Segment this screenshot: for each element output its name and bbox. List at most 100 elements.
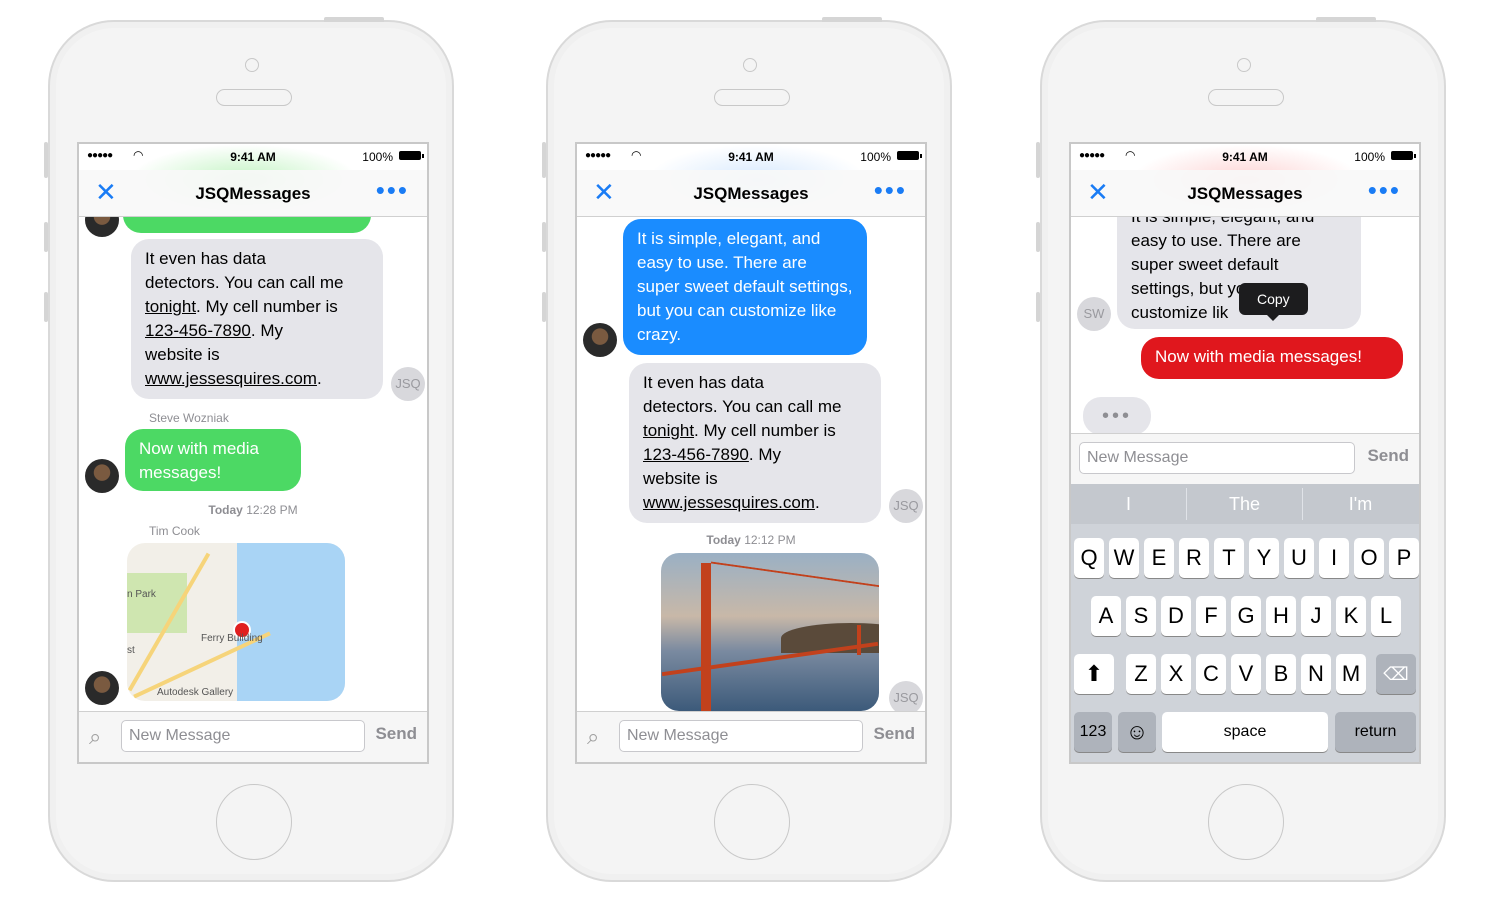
key-t[interactable]: T: [1214, 538, 1244, 578]
key-g[interactable]: G: [1231, 596, 1261, 636]
emoji-key[interactable]: ☺: [1118, 712, 1156, 752]
key-y[interactable]: Y: [1249, 538, 1279, 578]
message-text: It is simple, elegant, and easy to use. …: [637, 229, 853, 344]
mute-switch: [44, 142, 48, 178]
bay-water: [237, 543, 345, 701]
attachment-icon[interactable]: ⌕: [89, 724, 101, 750]
space-key[interactable]: space: [1162, 712, 1328, 752]
timestamp: Today 12:28 PM: [79, 503, 427, 517]
timestamp-time: 12:28 PM: [246, 503, 298, 517]
key-a[interactable]: A: [1091, 596, 1121, 636]
text: . My: [250, 321, 283, 340]
blue-message-bubble[interactable]: It is simple, elegant, and easy to use. …: [623, 219, 867, 355]
sender-name: Tim Cook: [149, 524, 200, 538]
more-icon[interactable]: •••: [376, 177, 409, 203]
volume-up-button: [1036, 222, 1040, 252]
home-button[interactable]: [714, 784, 790, 860]
key-e[interactable]: E: [1144, 538, 1174, 578]
home-button[interactable]: [216, 784, 292, 860]
front-camera: [245, 58, 259, 72]
numbers-key[interactable]: 123: [1074, 712, 1112, 752]
message-input[interactable]: New Message: [619, 720, 863, 752]
message-bubble[interactable]: [123, 217, 371, 233]
nav-bar: ✕ JSQMessages •••: [79, 170, 427, 217]
status-bar: ●●●●● ◠ 9:41 AM 100%: [577, 144, 925, 170]
text: customize lik: [1131, 303, 1229, 322]
volume-up-button: [542, 222, 546, 252]
key-m[interactable]: M: [1336, 654, 1366, 694]
website-link[interactable]: www.jessesquires.com: [145, 369, 317, 388]
screen: ●●●●● ◠ 9:41 AM 100% ✕ JSQMessages ••• I…: [77, 142, 429, 764]
send-button[interactable]: Send: [1367, 446, 1409, 466]
key-d[interactable]: D: [1161, 596, 1191, 636]
power-button: [1316, 17, 1376, 22]
avatar: JSQ: [391, 367, 425, 401]
key-q[interactable]: Q: [1074, 538, 1104, 578]
copy-menu-item[interactable]: Copy: [1239, 283, 1308, 321]
key-k[interactable]: K: [1336, 596, 1366, 636]
key-u[interactable]: U: [1284, 538, 1314, 578]
red-message-bubble[interactable]: Now with media messages!: [1141, 337, 1403, 379]
data-detectors-bubble[interactable]: It even has data detectors. You can call…: [131, 239, 383, 399]
key-x[interactable]: X: [1161, 654, 1191, 694]
phone-link[interactable]: 123-456-7890: [643, 445, 749, 464]
key-w[interactable]: W: [1109, 538, 1139, 578]
message-input[interactable]: New Message: [121, 720, 365, 752]
text: . My cell number is: [694, 421, 836, 440]
shift-key[interactable]: ⬆: [1074, 654, 1114, 694]
key-r[interactable]: R: [1179, 538, 1209, 578]
key-v[interactable]: V: [1231, 654, 1261, 694]
nav-bar: ✕ JSQMessages •••: [577, 170, 925, 217]
battery-icon: [399, 151, 424, 160]
attachment-icon[interactable]: ⌕: [587, 724, 599, 750]
key-h[interactable]: H: [1266, 596, 1296, 636]
typing-indicator: •••: [1083, 397, 1151, 435]
earpiece-speaker: [216, 89, 292, 106]
data-detectors-bubble[interactable]: It even has data detectors. You can call…: [629, 363, 881, 523]
message-list[interactable]: It even has data detectors. You can call…: [79, 217, 427, 712]
avatar: [85, 459, 119, 493]
power-button: [324, 17, 384, 22]
key-n[interactable]: N: [1301, 654, 1331, 694]
website-link[interactable]: www.jessesquires.com: [643, 493, 815, 512]
date-link[interactable]: tonight: [643, 421, 694, 440]
mute-switch: [542, 142, 546, 178]
key-f[interactable]: F: [1196, 596, 1226, 636]
phone-link[interactable]: 123-456-7890: [145, 321, 251, 340]
key-o[interactable]: O: [1354, 538, 1384, 578]
return-key[interactable]: return: [1335, 712, 1416, 752]
send-button[interactable]: Send: [873, 724, 915, 744]
media-message-bubble[interactable]: Now with media messages!: [125, 429, 301, 491]
delete-key[interactable]: ⌫: [1376, 654, 1416, 694]
more-icon[interactable]: •••: [1368, 177, 1401, 203]
avatar: SW: [1077, 297, 1111, 331]
key-j[interactable]: J: [1301, 596, 1331, 636]
key-b[interactable]: B: [1266, 654, 1296, 694]
phone-2: ●●●●● ◠ 9:41 AM 100% ✕ JSQMessages ••• I…: [542, 17, 952, 882]
key-c[interactable]: C: [1196, 654, 1226, 694]
key-p[interactable]: P: [1389, 538, 1419, 578]
suggestion[interactable]: The: [1187, 484, 1302, 524]
phone-3: ●●●●● ◠ 9:41 AM 100% ✕ JSQMessages ••• I…: [1036, 17, 1446, 882]
key-l[interactable]: L: [1371, 596, 1401, 636]
key-i[interactable]: I: [1319, 538, 1349, 578]
map-message[interactable]: n Park Ferry Building Autodesk Gallery s…: [127, 543, 345, 701]
text: .: [814, 493, 820, 512]
suggestion[interactable]: I'm: [1303, 484, 1418, 524]
map-label: st: [127, 645, 135, 656]
home-button[interactable]: [1208, 784, 1284, 860]
earpiece-speaker: [714, 89, 790, 106]
key-s[interactable]: S: [1126, 596, 1156, 636]
date-link[interactable]: tonight: [145, 297, 196, 316]
photo-message[interactable]: [661, 553, 879, 711]
suggestion[interactable]: I: [1071, 484, 1186, 524]
key-z[interactable]: Z: [1126, 654, 1156, 694]
message-input[interactable]: New Message: [1079, 442, 1355, 474]
battery-icon: [1391, 151, 1416, 160]
message-list[interactable]: It is simple, elegant, and easy to use. …: [577, 217, 925, 712]
text: easy to use. There are: [1131, 231, 1301, 250]
volume-down-button: [44, 292, 48, 322]
text: It is simple, elegant, and: [1131, 217, 1314, 226]
more-icon[interactable]: •••: [874, 177, 907, 203]
send-button[interactable]: Send: [375, 724, 417, 744]
